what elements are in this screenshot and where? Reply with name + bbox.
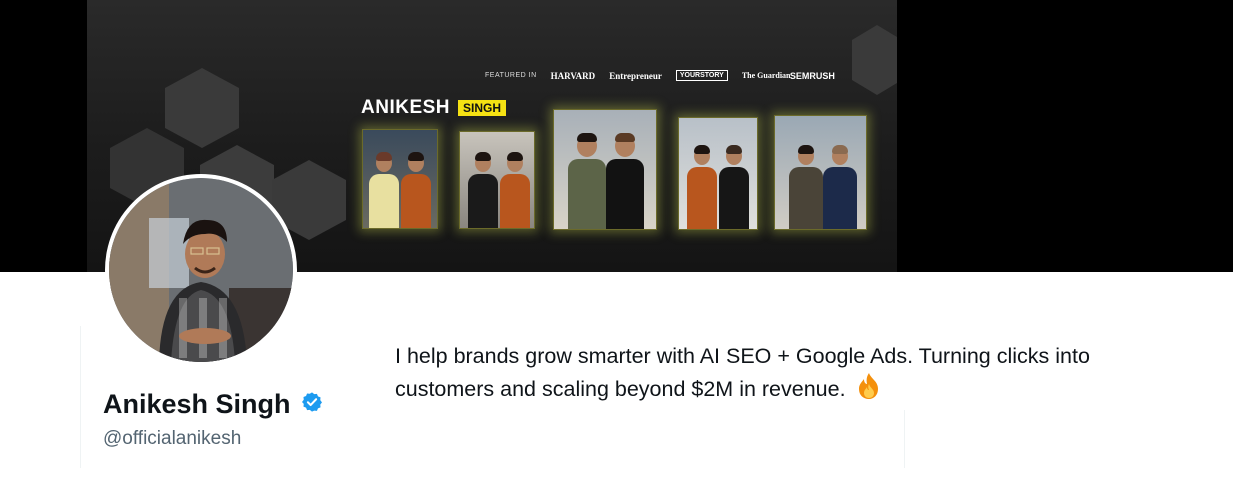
avatar-portrait [109, 178, 293, 362]
banner-title-first: ANIKESH [361, 97, 451, 118]
divider [80, 326, 81, 468]
banner-photo [678, 117, 758, 230]
profile-handle: @officialanikesh [103, 428, 242, 449]
banner-title-last: SINGH [458, 100, 507, 116]
banner-photo [459, 131, 535, 229]
profile-bio-text: I help brands grow smarter with AI SEO +… [395, 344, 1090, 401]
banner-title: ANIKESH SINGH [361, 97, 507, 119]
semrush-logo: SEMRUSH [789, 70, 835, 81]
banner-photo [553, 109, 657, 230]
divider [904, 410, 905, 468]
banner-photo [774, 115, 867, 230]
profile-bio: I help brands grow smarter with AI SEO +… [395, 341, 1195, 409]
harvard-logo: HARVARD [550, 70, 596, 81]
verified-badge-icon[interactable] [301, 391, 323, 418]
entrepreneur-logo: Entrepreneur [609, 70, 662, 81]
fire-emoji-icon [856, 372, 882, 409]
profile-name-text: Anikesh Singh [103, 389, 291, 419]
featured-in-logos: FEATURED IN HARVARD Entrepreneur YOURSTO… [485, 70, 835, 81]
profile-avatar[interactable] [105, 174, 297, 366]
avatar-photo [109, 178, 293, 362]
profile-name: Anikesh Singh [103, 389, 323, 420]
yourstory-logo: YOURSTORY [675, 70, 728, 81]
guardian-logo: The Guardian [741, 70, 791, 80]
banner-photo [362, 129, 438, 229]
featured-label: FEATURED IN [485, 72, 537, 79]
